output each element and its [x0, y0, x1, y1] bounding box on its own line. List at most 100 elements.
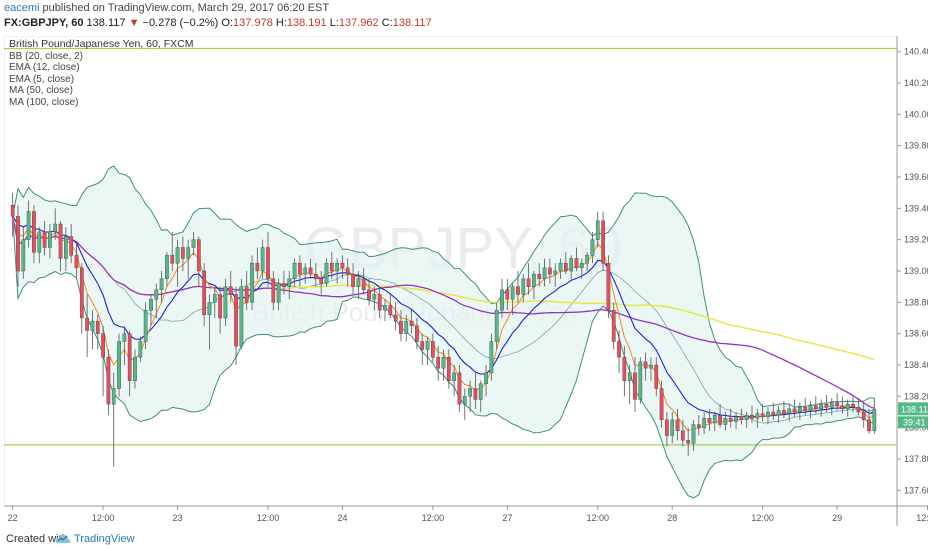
candle-body — [159, 278, 164, 290]
candle-body — [516, 286, 520, 295]
author-link[interactable]: eacemi — [4, 2, 39, 14]
y-tick-label: 137.600 — [904, 485, 928, 495]
candle-body — [298, 262, 302, 275]
candle-body — [824, 403, 829, 408]
price-change: −0.278 (−0.2%) — [142, 17, 219, 29]
candle-body — [638, 361, 643, 400]
candle-body — [228, 286, 233, 295]
candle-body — [468, 388, 472, 397]
candle-body — [117, 341, 121, 389]
candle-body — [106, 356, 111, 405]
candle-body — [776, 410, 781, 416]
candle-body — [702, 418, 706, 428]
candle-body — [340, 262, 345, 269]
candle-body — [611, 309, 616, 342]
y-tick-label: 138.400 — [904, 360, 928, 370]
candle-body — [276, 283, 281, 303]
low-value: 137.962 — [338, 17, 379, 29]
legend-ma100[interactable]: MA (100, close) — [9, 97, 193, 109]
candle-body — [292, 262, 297, 280]
x-tick-label: 12:00 — [422, 513, 445, 523]
candle-body — [329, 262, 334, 272]
candle-body — [734, 416, 738, 422]
high-value: 138.191 — [286, 17, 327, 29]
candle-body — [37, 231, 42, 253]
x-tick-label: 12:00 — [257, 513, 280, 523]
candle-body — [691, 424, 696, 444]
candle-body — [361, 278, 366, 290]
open-label: O: — [221, 17, 234, 29]
price-chart[interactable]: GBPJPY, 60British Pound/Japanese Yen140.… — [4, 36, 928, 526]
candle-body — [654, 364, 659, 389]
legend-ma50[interactable]: MA (50, close) — [9, 85, 193, 97]
candle-body — [282, 283, 286, 287]
indicator-legend: British Pound/Japanese Yen, 60, FXCM BB … — [9, 38, 194, 109]
candle-body — [271, 278, 276, 303]
close-value: 138.117 — [392, 17, 432, 29]
candle-body — [181, 247, 185, 259]
legend-ema12[interactable]: EMA (12, close) — [9, 62, 193, 74]
candle-body — [590, 239, 595, 256]
candle-body — [782, 410, 786, 414]
candle-body — [707, 418, 712, 424]
chart-header: eacemi published on TradingView.com, Mar… — [0, 0, 932, 34]
candle-body — [670, 419, 675, 436]
candle-body — [494, 309, 499, 342]
candle-body — [32, 211, 36, 253]
legend-ema5[interactable]: EMA (5, close) — [9, 74, 193, 86]
legend-bb[interactable]: BB (20, close, 2) — [9, 51, 193, 63]
publish-info: published on TradingView.com, March 29, … — [42, 2, 330, 14]
candle-body — [728, 418, 733, 422]
candle-body — [154, 289, 159, 300]
candle-body — [175, 247, 180, 264]
candle-body — [191, 239, 196, 248]
candle-body — [212, 294, 217, 303]
candle-body — [196, 239, 201, 272]
candle-body — [771, 411, 776, 416]
y-tick-label: 140.200 — [904, 78, 928, 88]
candle-body — [484, 372, 488, 385]
candle-body — [542, 267, 547, 280]
candle-body — [127, 333, 132, 381]
candle-body — [345, 267, 350, 275]
y-tick-label: 138.800 — [904, 297, 928, 307]
candle-body — [798, 407, 802, 413]
candle-body — [250, 262, 254, 303]
candle-body — [111, 388, 116, 405]
chart-frame[interactable]: GBPJPY, 60British Pound/Japanese Yen140.… — [4, 36, 928, 526]
candle-body — [335, 262, 339, 272]
last-price: 138.117 — [86, 17, 126, 29]
candle-body — [617, 341, 621, 358]
candle-body — [69, 236, 74, 256]
candle-body — [563, 262, 568, 272]
candle-body — [760, 413, 765, 417]
candle-body — [431, 341, 435, 358]
tradingview-link[interactable]: TradingView — [74, 533, 135, 545]
candle-body — [696, 424, 701, 428]
candle-body — [569, 258, 574, 272]
candle-body — [489, 341, 494, 374]
candle-body — [601, 220, 605, 264]
candle-body — [537, 273, 542, 280]
candle-body — [510, 286, 515, 300]
candle-body — [441, 356, 446, 369]
x-tick-label: 12:00 — [586, 513, 609, 523]
candle-body — [473, 388, 478, 400]
open-value: 137.978 — [233, 17, 273, 29]
candle-body — [478, 383, 483, 400]
x-tick-label: 22 — [8, 513, 18, 523]
candle-body — [712, 414, 717, 424]
y-tick-label: 140.400 — [904, 47, 928, 57]
candle-body — [808, 405, 813, 411]
candle-body — [415, 325, 419, 342]
legend-title: British Pound/Japanese Yen, 60, FXCM — [9, 38, 194, 50]
x-tick-label: 12:00 — [916, 513, 928, 523]
candle-body — [356, 278, 361, 287]
candle-body — [659, 388, 664, 421]
candle-body — [393, 314, 398, 322]
candle-body — [665, 419, 669, 436]
candle-body — [446, 356, 451, 381]
candle-body — [681, 430, 685, 441]
candle-body — [244, 286, 249, 303]
symbol-label: FX:GBPJPY, 60 — [4, 17, 84, 29]
